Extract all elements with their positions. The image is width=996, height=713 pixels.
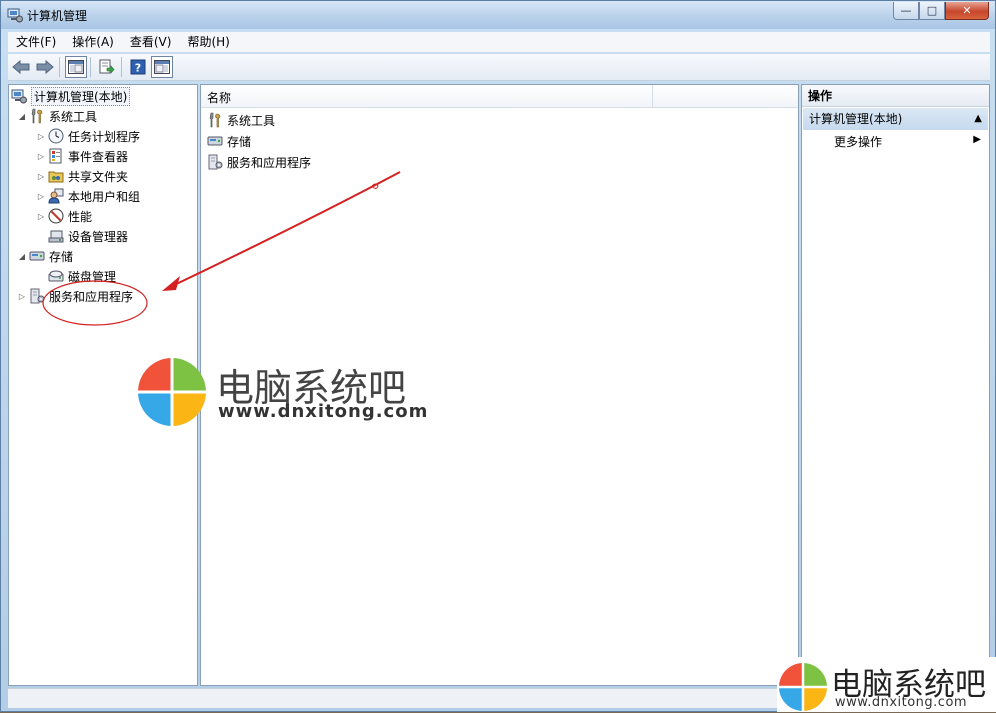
shared-folder-icon xyxy=(48,168,64,184)
forward-button[interactable] xyxy=(34,56,56,78)
disk-management-icon xyxy=(48,268,64,284)
action-pane-button[interactable] xyxy=(151,56,173,78)
list-item-label: 系统工具 xyxy=(227,113,276,128)
device-manager-icon xyxy=(48,228,64,244)
tools-icon xyxy=(207,112,223,128)
maximize-icon: □ xyxy=(926,4,938,17)
toolbar: ? xyxy=(8,54,990,81)
collapsed-triangle-icon[interactable]: ▷ xyxy=(17,292,27,301)
help-button[interactable]: ? xyxy=(127,56,149,78)
tree-item-device-manager[interactable]: 设备管理器 xyxy=(36,226,128,246)
tree-item-event-viewer[interactable]: ▷ 事件查看器 xyxy=(36,146,128,166)
storage-icon xyxy=(207,133,223,149)
column-header-row: 名称 xyxy=(201,85,798,108)
console-tree-pane: 计算机管理(本地) ◢ 系统工具 ▷ 任务计划程序 ▷ 事件查看器 ▷ 共享文件… xyxy=(8,84,198,686)
performance-icon xyxy=(48,208,64,224)
export-list-icon xyxy=(99,59,115,74)
more-actions-item[interactable]: 更多操作 xyxy=(834,133,882,150)
corner-logo-icon xyxy=(778,662,828,712)
collapsed-triangle-icon[interactable]: ▷ xyxy=(36,192,46,201)
corner-watermark-url: www.dnxitong.com xyxy=(835,695,968,710)
corner-watermark: 电脑系统吧 www.dnxitong.com xyxy=(777,657,996,712)
minimize-icon: — xyxy=(900,4,912,17)
collapse-up-icon[interactable]: ▲ xyxy=(974,108,982,130)
actions-pane: 操作 计算机管理(本地) ▲ 更多操作 ▶ xyxy=(801,84,990,686)
list-item-storage[interactable]: 存储 xyxy=(207,131,251,151)
submenu-arrow-icon[interactable]: ▶ xyxy=(973,134,981,145)
export-list-button[interactable] xyxy=(96,56,118,78)
tree-item-task-scheduler[interactable]: ▷ 任务计划程序 xyxy=(36,126,140,146)
back-button[interactable] xyxy=(10,56,32,78)
list-item-label: 存储 xyxy=(227,134,252,149)
action-pane-icon xyxy=(154,60,170,74)
tree-item-disk-management[interactable]: 磁盘管理 xyxy=(36,266,116,286)
tree-item-label: 性能 xyxy=(68,209,93,224)
title-bar[interactable]: 计算机管理 — □ ✕ xyxy=(1,1,995,29)
computer-management-icon xyxy=(7,8,23,23)
tree-item-label: 事件查看器 xyxy=(68,149,129,164)
actions-header: 操作 xyxy=(802,85,989,107)
storage-icon xyxy=(29,248,45,264)
computer-management-window: 计算机管理 — □ ✕ 文件(F) 操作(A) 查看(V) 帮助(H) ? 计算… xyxy=(0,0,996,712)
show-hide-tree-button[interactable] xyxy=(65,56,87,78)
list-item-system-tools[interactable]: 系统工具 xyxy=(207,110,275,130)
back-arrow-icon xyxy=(12,60,30,74)
close-icon: ✕ xyxy=(962,4,972,17)
action-group-label: 计算机管理(本地) xyxy=(809,112,903,126)
tree-item-label: 服务和应用程序 xyxy=(49,289,134,304)
collapsed-triangle-icon[interactable]: ▷ xyxy=(36,152,46,161)
tree-item-label: 任务计划程序 xyxy=(68,129,141,144)
tree-item-local-users-groups[interactable]: ▷ 本地用户和组 xyxy=(36,186,140,206)
list-item-label: 服务和应用程序 xyxy=(227,155,312,170)
computer-management-icon xyxy=(11,88,27,104)
menu-action[interactable]: 操作(A) xyxy=(64,32,122,52)
maximize-button[interactable]: □ xyxy=(919,2,945,20)
services-icon xyxy=(29,288,45,304)
event-viewer-icon xyxy=(48,148,64,164)
list-item-services-apps[interactable]: 服务和应用程序 xyxy=(207,152,311,172)
tree-item-shared-folders[interactable]: ▷ 共享文件夹 xyxy=(36,166,128,186)
action-group-computer-management[interactable]: 计算机管理(本地) ▲ xyxy=(803,108,988,130)
column-divider[interactable] xyxy=(652,85,653,107)
close-button[interactable]: ✕ xyxy=(945,2,989,20)
menu-help[interactable]: 帮助(H) xyxy=(179,32,237,52)
forward-arrow-icon xyxy=(36,60,54,74)
tree-item-label: 设备管理器 xyxy=(68,229,129,244)
collapsed-triangle-icon[interactable]: ▷ xyxy=(36,172,46,181)
show-hide-tree-icon xyxy=(68,60,84,74)
menu-file[interactable]: 文件(F) xyxy=(8,32,64,52)
column-header-name[interactable]: 名称 xyxy=(207,89,231,106)
toolbar-separator xyxy=(59,57,60,77)
help-icon: ? xyxy=(130,59,146,75)
tools-icon xyxy=(29,108,45,124)
tree-item-services-apps[interactable]: ▷ 服务和应用程序 xyxy=(17,286,133,306)
tree-item-system-tools[interactable]: ◢ 系统工具 xyxy=(17,106,97,126)
toolbar-separator xyxy=(121,57,122,77)
users-icon xyxy=(48,188,64,204)
window-title: 计算机管理 xyxy=(27,9,88,23)
tree-item-label: 共享文件夹 xyxy=(68,169,129,184)
tree-item-label: 磁盘管理 xyxy=(68,269,117,284)
minimize-button[interactable]: — xyxy=(893,2,919,20)
watermark-url: www.dnxitong.com xyxy=(218,401,429,422)
services-icon xyxy=(207,154,223,170)
tree-item-storage[interactable]: ◢ 存储 xyxy=(17,246,73,266)
clock-icon xyxy=(48,128,64,144)
tree-item-label: 系统工具 xyxy=(49,109,98,124)
tree-item-root[interactable]: 计算机管理(本地) xyxy=(11,86,131,106)
menu-view[interactable]: 查看(V) xyxy=(122,32,180,52)
toolbar-separator xyxy=(90,57,91,77)
tree-item-label: 计算机管理(本地) xyxy=(31,86,131,106)
svg-text:?: ? xyxy=(135,62,141,75)
tree-item-performance[interactable]: ▷ 性能 xyxy=(36,206,92,226)
expanded-triangle-icon[interactable]: ◢ xyxy=(17,112,27,121)
menu-bar: 文件(F) 操作(A) 查看(V) 帮助(H) xyxy=(8,32,990,52)
collapsed-triangle-icon[interactable]: ▷ xyxy=(36,132,46,141)
window-controls: — □ ✕ xyxy=(893,2,989,20)
tree-item-label: 存储 xyxy=(49,249,74,264)
collapsed-triangle-icon[interactable]: ▷ xyxy=(36,212,46,221)
tree-item-label: 本地用户和组 xyxy=(68,189,141,204)
expanded-triangle-icon[interactable]: ◢ xyxy=(17,252,27,261)
